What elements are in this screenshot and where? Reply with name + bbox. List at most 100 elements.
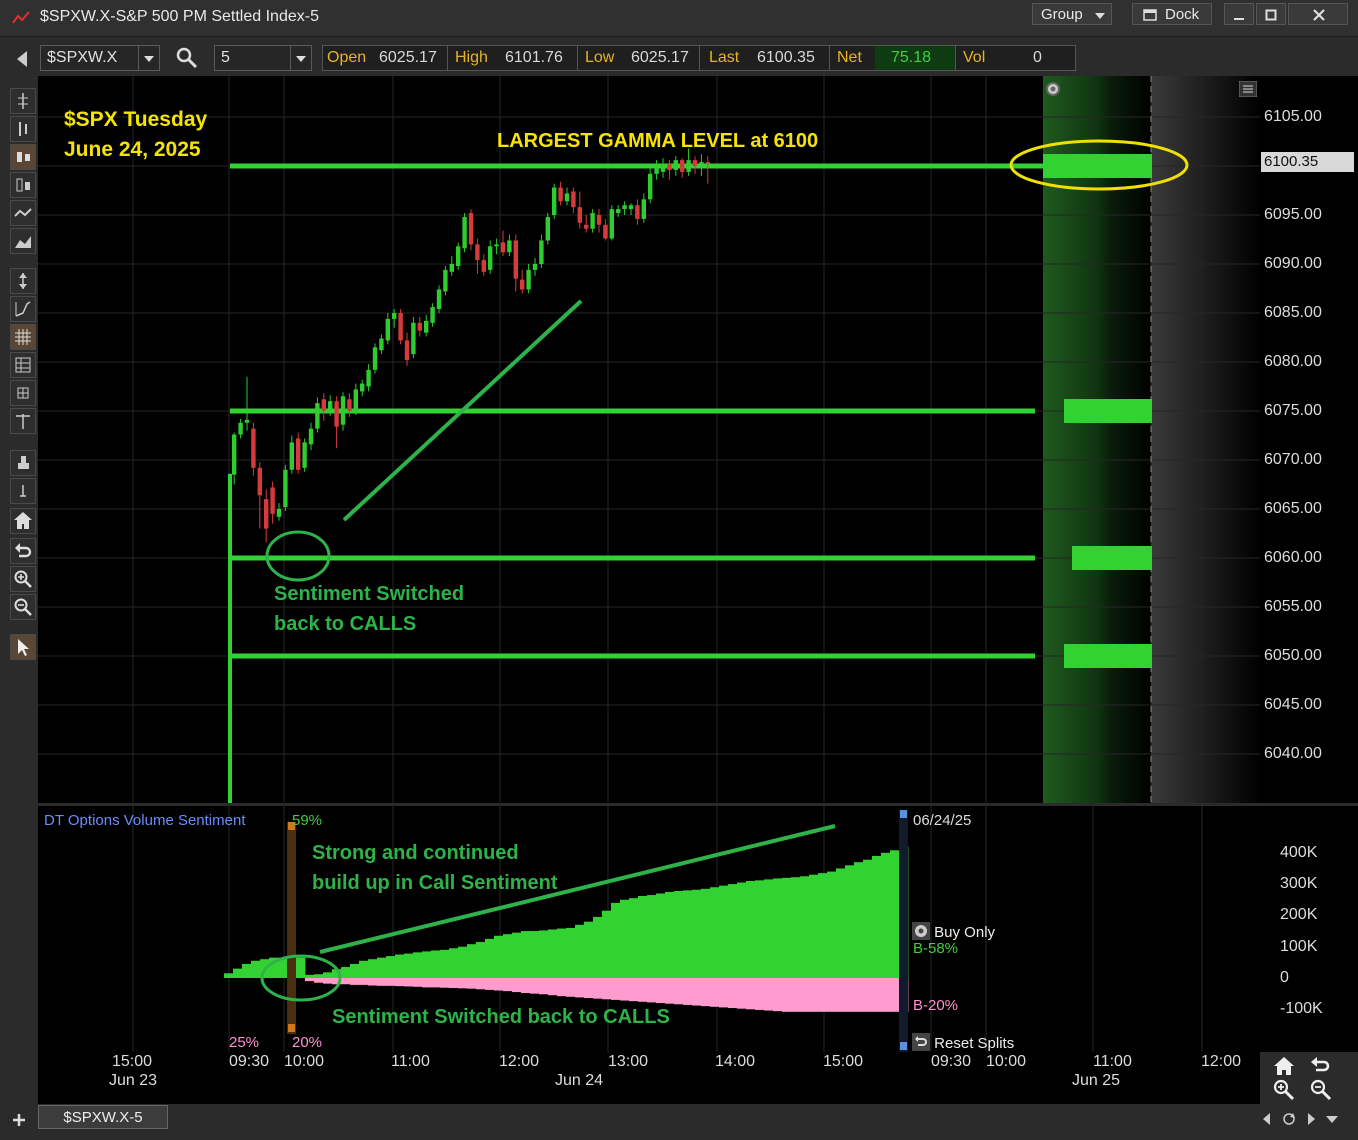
- zoom-out-icon[interactable]: [1310, 1079, 1332, 1101]
- sentiment-marker-bar: [287, 822, 296, 1034]
- menu-icon[interactable]: [1239, 81, 1257, 97]
- home-icon: [14, 512, 32, 529]
- bar-chart-tool[interactable]: [10, 116, 36, 142]
- candle-body: [468, 213, 474, 245]
- candle-body: [424, 320, 429, 333]
- candle-body: [430, 307, 435, 323]
- put-volume-bar: [557, 978, 567, 997]
- search-icon[interactable]: [176, 47, 198, 69]
- price-chart[interactable]: $SPX Tuesday June 24, 2025 LARGEST GAMMA…: [38, 76, 1260, 803]
- symbol-dropdown[interactable]: $SPXW.X: [40, 45, 160, 71]
- undo-button[interactable]: [10, 538, 36, 564]
- date-label: Jun 24: [555, 1072, 604, 1089]
- call-volume-bar: [377, 957, 387, 978]
- candle-body: [340, 396, 346, 425]
- buy-only-toggle[interactable]: Buy Only: [912, 922, 995, 941]
- close-button[interactable]: [1288, 3, 1348, 25]
- price-label: 6050.00: [1264, 647, 1322, 664]
- price-label: 6105.00: [1264, 108, 1322, 125]
- grid-tool[interactable]: [10, 324, 36, 350]
- price-label: 6055.00: [1264, 598, 1322, 615]
- candle-body: [596, 215, 602, 225]
- pointer-tool[interactable]: [10, 634, 36, 660]
- undo-icon[interactable]: [1310, 1056, 1332, 1076]
- group-button[interactable]: Group: [1032, 3, 1112, 25]
- put-volume-bar: [611, 978, 621, 1000]
- minimize-button[interactable]: [1224, 3, 1254, 25]
- collapse-left-icon[interactable]: [16, 51, 28, 67]
- candle-body: [443, 269, 448, 292]
- candle-body: [513, 240, 518, 279]
- put-volume-bar: [692, 978, 702, 1006]
- dock-label: Dock: [1165, 6, 1200, 23]
- reset-splits-label: Reset Splits: [934, 1035, 1015, 1052]
- put-volume-bar: [638, 978, 648, 1002]
- buy-hand-icon: [18, 456, 29, 469]
- interval-dropdown[interactable]: 5: [214, 45, 312, 71]
- gear-icon[interactable]: [1044, 80, 1062, 98]
- zoom-out-button[interactable]: [10, 594, 36, 620]
- put-volume-bar: [350, 978, 360, 985]
- put-volume-bar: [656, 978, 666, 1004]
- put-volume-bar: [566, 978, 576, 997]
- candlestick-tool[interactable]: [10, 144, 36, 170]
- time-label: 12:00: [1201, 1053, 1242, 1070]
- price-label: 6075.00: [1264, 402, 1322, 419]
- chevron-down-icon: [290, 46, 311, 70]
- hollow-candle-tool[interactable]: [10, 172, 36, 198]
- put-volume-bar: [629, 978, 639, 1002]
- maximize-icon: [1265, 9, 1277, 21]
- trendline-icon: [15, 301, 31, 317]
- time-cursor-tool[interactable]: [10, 408, 36, 434]
- chevron-down-icon[interactable]: [1326, 1116, 1338, 1124]
- price-label: 6070.00: [1264, 451, 1322, 468]
- price-label: 6065.00: [1264, 500, 1322, 517]
- crosshair-tool[interactable]: [10, 88, 36, 114]
- area-chart-tool[interactable]: [10, 228, 36, 254]
- candle-body: [648, 173, 653, 200]
- table-tool[interactable]: [10, 352, 36, 378]
- sentiment-subchart[interactable]: DT Options Volume Sentiment 59% 25% 20% …: [38, 806, 1260, 1052]
- candle-body: [526, 269, 531, 290]
- call-volume-bar: [818, 873, 828, 978]
- put-volume-bar: [530, 978, 540, 994]
- candle-body: [475, 244, 480, 261]
- zoom-in-icon[interactable]: [1273, 1079, 1295, 1101]
- add-tab-icon[interactable]: [12, 1113, 26, 1127]
- buy-tool[interactable]: [10, 450, 36, 476]
- home-button[interactable]: [10, 508, 36, 534]
- tab-spxw-5[interactable]: $SPXW.X-5: [38, 1105, 168, 1129]
- time-axis[interactable]: 15:00 09:30 10:00 11:00 12:00 13:00 14:0…: [38, 1052, 1260, 1104]
- candle-body: [616, 209, 621, 214]
- put-volume-bar: [539, 978, 549, 995]
- candle-body: [577, 207, 582, 223]
- cells-tool[interactable]: [10, 380, 36, 406]
- quote-strip: Open 6025.17 High 6101.76 Low 6025.17 La…: [322, 45, 1076, 71]
- reset-splits-button[interactable]: Reset Splits: [912, 1033, 1014, 1052]
- sell-tool[interactable]: [10, 478, 36, 504]
- vertical-scale-tool[interactable]: [10, 268, 36, 294]
- sentiment-axis-label: -100K: [1280, 1000, 1323, 1017]
- home-icon[interactable]: [1273, 1056, 1295, 1076]
- price-label: 6095.00: [1264, 206, 1322, 223]
- scroll-left-icon[interactable]: [1262, 1113, 1272, 1125]
- dock-button[interactable]: Dock: [1132, 3, 1212, 25]
- scroll-right-icon[interactable]: [1306, 1113, 1316, 1125]
- candle-body: [296, 438, 301, 470]
- call-volume-bar: [224, 973, 234, 978]
- call-volume-bar: [854, 862, 864, 978]
- price-axis[interactable]: 6105.006100.006095.006090.006085.006080.…: [1260, 76, 1358, 1101]
- refresh-icon[interactable]: [1282, 1112, 1296, 1126]
- line-chart-tool[interactable]: [10, 200, 36, 226]
- line-chart-icon: [14, 208, 32, 217]
- switch-annotation-bottom: Sentiment Switched back to CALLS: [332, 1006, 670, 1028]
- maximize-button[interactable]: [1256, 3, 1286, 25]
- call-volume-bar: [323, 972, 333, 978]
- call-volume-bar: [602, 910, 612, 978]
- zoom-in-button[interactable]: [10, 566, 36, 592]
- trendline-tool[interactable]: [10, 296, 36, 322]
- put-volume-bar: [620, 978, 630, 1001]
- open-label: Open: [327, 49, 367, 66]
- build-annotation-line1: Strong and continued: [312, 842, 519, 864]
- put-volume-bar: [602, 978, 612, 1000]
